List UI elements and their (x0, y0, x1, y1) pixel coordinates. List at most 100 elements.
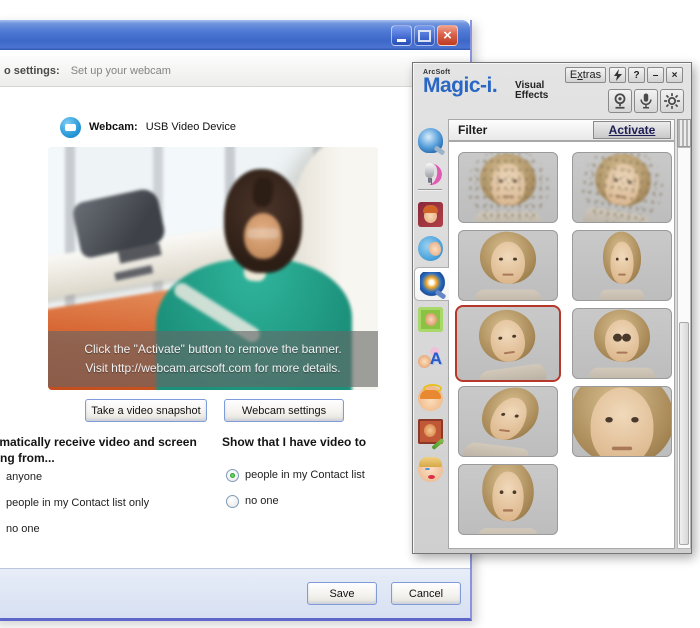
filter-thumbnail-normal[interactable] (458, 230, 558, 301)
radio-option-anyone[interactable]: anyone (0, 470, 149, 484)
effect-preview-face (469, 305, 548, 380)
sidebar-tool-photo-frame[interactable] (415, 304, 446, 334)
hand-pointer-icon (418, 236, 443, 261)
filter-thumbnail-tilt-selected[interactable] (455, 305, 561, 382)
sidebar-divider (418, 189, 442, 191)
effect-preview-face (598, 231, 646, 297)
photo-frame-icon (418, 307, 443, 332)
webcam-zoom-icon (418, 128, 443, 153)
filter-thumbnail-twirl[interactable] (458, 386, 558, 457)
dialog-titlebar[interactable] (0, 20, 470, 50)
filter-thumbnail-pinch[interactable] (572, 230, 672, 301)
sidebar-tool-face-frame[interactable] (415, 199, 446, 229)
filter-scrollbar[interactable] (677, 147, 691, 549)
dialog-body: o settings: Set up your webcam Webcam: U… (0, 50, 470, 618)
sidebar-tool-avatar-letter[interactable] (415, 341, 446, 371)
filter-thumbnail-big-eyes[interactable] (572, 308, 672, 379)
trial-banner-line2: Visit http://webcam.arcsoft.com for more… (48, 359, 378, 378)
filter-scrollbar-thumb[interactable] (679, 322, 689, 545)
microphone-icon (418, 162, 443, 187)
save-button[interactable]: Save (307, 582, 377, 605)
microphone-button[interactable] (634, 89, 658, 113)
angel-face-icon (418, 386, 443, 411)
lightning-icon (613, 69, 623, 81)
filter-thumbnail-list (448, 141, 675, 549)
trial-banner: Click the "Activate" button to remove th… (48, 331, 378, 387)
effect-preview-face (476, 464, 540, 535)
filter-thumbnail-zoom-face[interactable] (572, 386, 672, 457)
trial-banner-line1: Click the "Activate" button to remove th… (48, 340, 378, 359)
radio-label: anyone (6, 471, 42, 483)
settings-gear-button[interactable] (660, 89, 684, 113)
sidebar-tool-microphone[interactable] (415, 159, 446, 189)
cancel-button[interactable]: Cancel (391, 582, 461, 605)
take-snapshot-button[interactable]: Take a video snapshot (85, 399, 207, 422)
sidebar-tool-webcam-zoom[interactable] (415, 125, 446, 155)
webcam-label: Webcam: (89, 121, 138, 133)
webcam-tool-icon (611, 92, 629, 110)
panel-minimize-button[interactable]: – (647, 67, 664, 83)
sidebar-tool-makeup-face[interactable] (415, 454, 446, 484)
webcam-device-row: Webcam: USB Video Device (60, 116, 236, 138)
filter-header: Filter Activate (448, 119, 675, 141)
activate-link[interactable]: Activate (593, 121, 671, 139)
effect-preview-face (572, 386, 672, 457)
section-title: o settings: (4, 65, 60, 77)
microphone-tool-icon (637, 92, 655, 110)
magnifier-eye-icon (420, 272, 445, 297)
receive-heading-line1: omatically receive video and screen (0, 435, 197, 449)
video-settings-dialog: o settings: Set up your webcam Webcam: U… (0, 20, 472, 621)
avatar-letter-icon (418, 344, 443, 369)
gear-icon (663, 92, 681, 110)
webcam-icon (60, 117, 81, 138)
magic-i-logo: ArcSoft Magic-i. Visual Effects (423, 69, 573, 96)
help-button[interactable]: ? (628, 67, 645, 83)
effect-preview-face (473, 231, 543, 297)
portrait-paint-icon (418, 419, 443, 444)
effect-preview-face (582, 152, 661, 223)
sidebar-tool-portrait-paint[interactable] (415, 416, 446, 446)
sidebar-tool-magnifier-eye-selected[interactable] (414, 267, 449, 301)
webcam-device-name: USB Video Device (146, 121, 236, 133)
minimize-button[interactable] (391, 25, 412, 46)
effect-preview-face (463, 386, 554, 457)
show-video-heading: Show that I have video to (222, 435, 366, 449)
section-subtitle: Set up your webcam (71, 65, 171, 77)
close-button[interactable] (437, 25, 458, 46)
webcam-source-button[interactable] (608, 89, 632, 113)
magic-i-panel: ArcSoft Magic-i. Visual Effects Extras ?… (412, 62, 692, 554)
radio-icon[interactable] (226, 495, 239, 508)
radio-label: people in my Contact list (245, 469, 365, 481)
panel-close-button[interactable]: × (666, 67, 683, 83)
face-frame-icon (418, 202, 443, 227)
webcam-settings-button[interactable]: Webcam settings (224, 399, 344, 422)
webcam-preview: Click the "Activate" button to remove th… (48, 147, 378, 390)
panel-resize-grip[interactable] (677, 119, 691, 147)
effect-preview-face (473, 153, 543, 219)
filter-title: Filter (458, 123, 487, 137)
extras-button[interactable]: Extras (565, 67, 606, 83)
always-on-top-button[interactable] (609, 67, 626, 83)
filter-thumbnail-dissolve-swirl[interactable] (572, 152, 672, 223)
tagline-line2: Effects (515, 91, 548, 101)
makeup-face-icon (418, 457, 443, 482)
show-radio-group: people in my Contact list no one (226, 468, 365, 520)
filter-thumbnail-long-face[interactable] (458, 464, 558, 535)
radio-option-people-in-my-contact-list-only[interactable]: people in my Contact list only (0, 496, 149, 510)
radio-label: no one (245, 495, 279, 507)
radio-option-no-one[interactable]: no one (0, 522, 149, 536)
settings-section-header: o settings: Set up your webcam (0, 56, 470, 87)
sidebar-tool-hand-pointer[interactable] (415, 233, 446, 263)
radio-option-no-one[interactable]: no one (226, 494, 365, 508)
radio-selected-icon[interactable] (226, 469, 239, 482)
receive-radio-group: anyone people in my Contact list only no o… (0, 470, 149, 548)
radio-option-people-in-my-contact-list[interactable]: people in my Contact list (226, 468, 365, 482)
effect-preview-face (587, 309, 657, 375)
radio-label: people in my Contact list only (6, 497, 149, 509)
sidebar-tool-angel-face[interactable] (415, 383, 446, 413)
product-wordmark: Magic-i. (423, 76, 573, 96)
maximize-button[interactable] (414, 25, 435, 46)
radio-label: no one (6, 523, 40, 535)
filter-thumbnail-dissolve[interactable] (458, 152, 558, 223)
receive-heading-line2: ring from... (0, 451, 55, 465)
